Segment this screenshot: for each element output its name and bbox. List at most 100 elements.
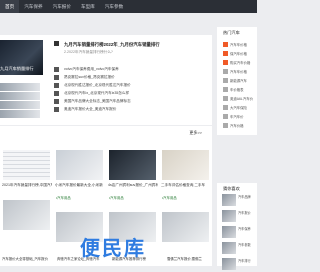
- sidebar2-thumb[interactable]: [222, 194, 236, 206]
- sidebar-item[interactable]: 奥迪A6L汽车价: [217, 94, 257, 103]
- rank-badge-icon: [223, 105, 228, 110]
- main-nav: 首页 汽车保养 汽车报价 车型库 汽车参数: [0, 0, 128, 13]
- sidebar-item[interactable]: 大汽车保险: [217, 103, 257, 112]
- nav-item-maintenance[interactable]: 汽车保养: [19, 0, 47, 13]
- site-watermark: 便民库: [80, 236, 146, 260]
- card-title[interactable]: 4s店广州宾利suv报价_广州宾利: [108, 183, 158, 188]
- sidebar2-item-label[interactable]: 汽车保养: [238, 226, 255, 240]
- sidebar2-item-label[interactable]: 汽车排行: [238, 258, 255, 272]
- headline-card: 九月汽车销量排行 九月汽车销量排行榜2022年_九月份汽车销量排行 2.2022…: [0, 35, 212, 125]
- card-title[interactable]: 2021年汽车销量排行榜,中国汽车: [2, 183, 52, 188]
- list-thumb-icon: [54, 67, 59, 72]
- article-card[interactable]: 小米汽车报价最新大全,小米新 •汽车用品: [53, 150, 106, 242]
- hero-image[interactable]: 九月汽车销量排行: [0, 40, 43, 75]
- rank-badge-icon: [223, 78, 228, 83]
- sidebar-item[interactable]: 保汽车价格: [217, 49, 257, 58]
- hero-caption: 九月汽车销量排行: [0, 66, 34, 71]
- card-image[interactable]: [162, 150, 209, 180]
- sidebar2-item[interactable]: 汽车保养: [217, 226, 257, 240]
- card-image[interactable]: [3, 200, 50, 230]
- sidebar-item[interactable]: 新能源汽车: [217, 76, 257, 85]
- news-title[interactable]: 美国汽车品牌大全标志_美国汽车品牌标志: [64, 99, 131, 104]
- sidebar-item[interactable]: 购买汽车价格: [217, 58, 257, 67]
- headline-title[interactable]: 九月汽车销量排行榜2022年_九月份汽车销量排行: [64, 42, 160, 48]
- sidebar-title: 热门汽车: [223, 30, 240, 35]
- headline-marker-icon: [54, 41, 59, 46]
- rank-badge-icon: [223, 87, 228, 92]
- rank-badge-icon: [223, 114, 228, 119]
- sidebar-item-label[interactable]: 汽车价格: [230, 123, 257, 128]
- sidebar-item[interactable]: 汽车车价格: [217, 67, 257, 76]
- article-card[interactable]: 二手车评估价格查询,二手车 •汽车用品: [159, 150, 212, 242]
- nav-item-prices[interactable]: 汽车报价: [48, 0, 76, 13]
- sidebar2-item[interactable]: 汽车报价: [217, 210, 257, 224]
- sidebar-item[interactable]: 汽车车价格: [217, 40, 257, 49]
- sidebar2-thumb[interactable]: [222, 210, 236, 222]
- sidebar-item[interactable]: 车汽车价: [217, 112, 257, 121]
- thumbnail[interactable]: [0, 101, 40, 109]
- sidebar2-thumb[interactable]: [222, 258, 236, 270]
- sidebar2-item-label[interactable]: 汽车参数: [238, 242, 255, 256]
- list-thumb-icon: [54, 91, 59, 96]
- news-title[interactable]: 奥迪汽车报价大全_奥迪汽车报价: [64, 107, 116, 112]
- rank-badge-icon: [223, 51, 228, 56]
- sidebar-item[interactable]: 车价格表: [217, 85, 257, 94]
- sidebar-item-label[interactable]: 保汽车价格: [230, 51, 257, 56]
- sidebar2-item[interactable]: 汽车排行: [217, 258, 257, 272]
- sidebar-item-label[interactable]: 奥迪A6L汽车价: [230, 96, 257, 101]
- card-tag[interactable]: •汽车用品: [56, 195, 106, 200]
- sidebar2-item-label[interactable]: 汽车报价: [238, 210, 255, 224]
- news-title[interactable]: 北京现代汽车ix_北京现代汽车ix35怎么样: [64, 91, 129, 96]
- sidebar-item-label[interactable]: 汽车车价格: [230, 42, 257, 47]
- news-title[interactable]: 昂克赛拉suv价格_昂克赛拉报价: [64, 75, 115, 80]
- news-title[interactable]: 北京现代胜达报价_北京现代胜达汽车报价: [64, 83, 131, 88]
- rank-badge-icon: [223, 69, 228, 74]
- card-tag[interactable]: •汽车用品: [109, 195, 159, 200]
- card-tag[interactable]: •汽车用品: [162, 195, 212, 200]
- card-image[interactable]: [109, 150, 156, 180]
- more-link[interactable]: 更多>>: [189, 130, 202, 136]
- card-title[interactable]: 雪佛兰汽车报价,雪佛兰: [165, 256, 220, 261]
- thumbnail[interactable]: [0, 92, 40, 100]
- thumbnail[interactable]: [0, 110, 40, 118]
- sidebar-item-label[interactable]: 购买汽车价格: [230, 60, 257, 65]
- list-thumb-icon: [54, 107, 59, 112]
- sidebar2-item[interactable]: 汽车品牌: [217, 194, 257, 208]
- sidebar2-list: 汽车品牌汽车报价汽车保养汽车参数汽车排行: [217, 194, 257, 272]
- thumbnail-strip: [0, 83, 40, 119]
- nav-item-specs[interactable]: 汽车参数: [100, 0, 128, 13]
- sidebar-recommend: 猜你喜欢 汽车品牌汽车报价汽车保养汽车参数汽车排行: [217, 183, 257, 270]
- rank-badge-icon: [223, 123, 228, 128]
- list-thumb-icon: [54, 99, 59, 104]
- article-card[interactable]: 2021年汽车销量排行榜,中国汽车: [0, 150, 53, 242]
- thumbnail[interactable]: [0, 83, 40, 91]
- headline-subtitle: 2.2022年汽车销量排行榜什么?: [64, 50, 113, 54]
- sidebar2-thumb[interactable]: [222, 242, 236, 254]
- sidebar2-item-label[interactable]: 汽车品牌: [238, 194, 255, 208]
- nav-item-models[interactable]: 车型库: [76, 0, 100, 13]
- card-title[interactable]: 汽车报价大全零基础_汽车报价: [0, 256, 55, 261]
- rank-badge-icon: [223, 96, 228, 101]
- sidebar-item-label[interactable]: 大汽车保险: [230, 105, 257, 110]
- sidebar2-title: 猜你喜欢: [223, 186, 240, 191]
- sidebar-item[interactable]: 汽车价格: [217, 121, 257, 130]
- list-thumb-icon: [54, 83, 59, 88]
- rank-badge-icon: [223, 42, 228, 47]
- nav-item-home[interactable]: 首页: [0, 0, 20, 13]
- sidebar-item-label[interactable]: 汽车车价格: [230, 69, 257, 74]
- rank-badge-icon: [223, 60, 228, 65]
- sidebar-hot-list: 热门汽车 汽车车价格 保汽车价格 购买汽车价格 汽车车价格 新能源汽车 车价格表 奥迪A6L…: [217, 27, 257, 135]
- sidebar-item-label[interactable]: 新能源汽车: [230, 78, 257, 83]
- card-image[interactable]: [56, 150, 103, 180]
- article-card[interactable]: 4s店广州宾利suv报价_广州宾利 •汽车用品: [106, 150, 159, 242]
- card-title[interactable]: 二手车评估价格查询,二手车: [161, 183, 211, 188]
- sidebar2-item[interactable]: 汽车参数: [217, 242, 257, 256]
- card-image[interactable]: [3, 150, 50, 180]
- card-title[interactable]: 小米汽车报价最新大全,小米新: [55, 183, 105, 188]
- sidebar-item-label[interactable]: 车汽车价: [230, 114, 257, 119]
- sidebar2-thumb[interactable]: [222, 226, 236, 238]
- list-thumb-icon: [54, 75, 59, 80]
- news-title[interactable]: volvo汽车保养费用_volvo汽车保养: [64, 67, 119, 72]
- sidebar-item-label[interactable]: 车价格表: [230, 87, 257, 92]
- card-image[interactable]: [162, 212, 209, 242]
